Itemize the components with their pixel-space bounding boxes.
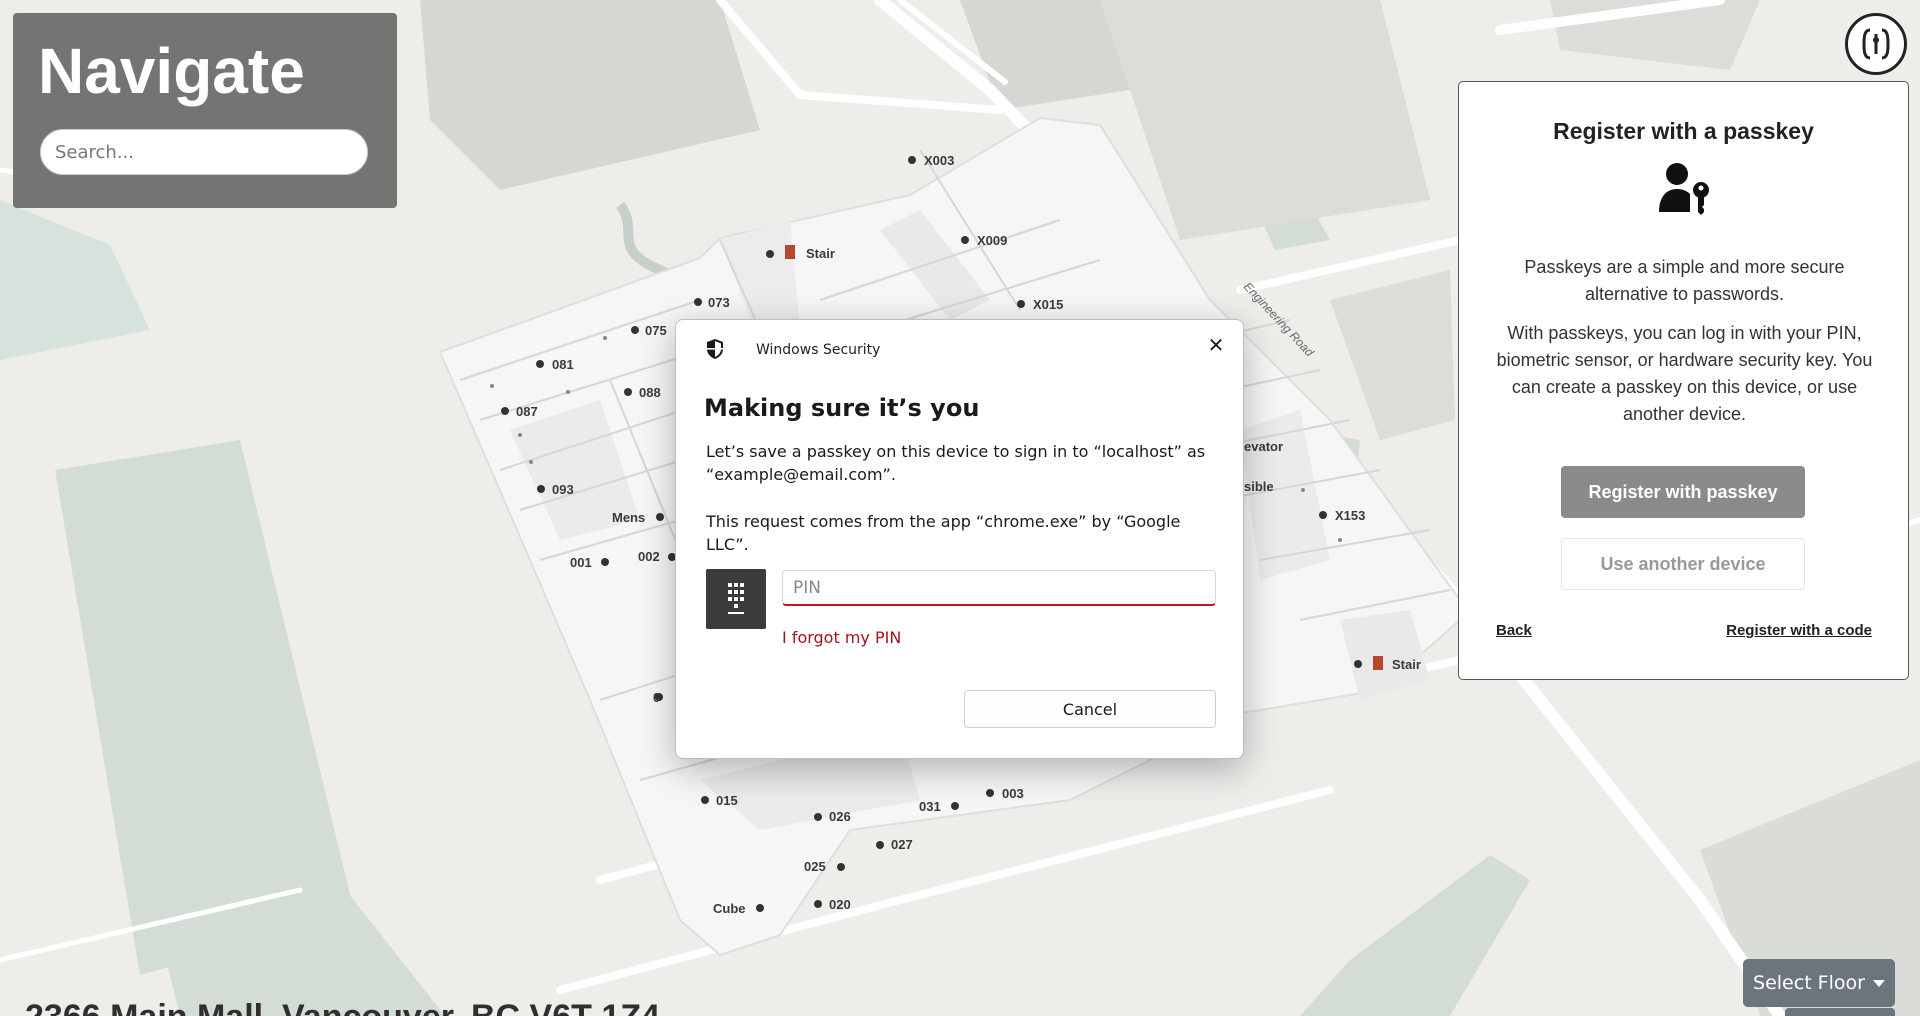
pin-input[interactable] (782, 570, 1216, 606)
dialog-message: Let’s save a passkey on this device to s… (706, 442, 1206, 484)
room-label: evator (1244, 439, 1283, 454)
room-label: Cube (713, 901, 746, 916)
room-label: 001 (570, 555, 592, 570)
passkey-details: With passkeys, you can log in with your … (1496, 323, 1873, 424)
room-label: X015 (1033, 297, 1063, 312)
back-link[interactable]: Back (1496, 622, 1532, 639)
room-label: 002 (638, 549, 660, 564)
cancel-button[interactable]: Cancel (964, 690, 1216, 728)
room-label: sible (1244, 479, 1274, 494)
search-input[interactable] (40, 129, 368, 175)
room-label: 015 (716, 793, 738, 808)
room-label: Stair (1392, 657, 1421, 672)
room-label: 020 (829, 897, 851, 912)
passkey-panel: Register with a passkey Passkeys are a s… (1458, 81, 1909, 680)
register-passkey-button[interactable]: Register with passkey (1561, 466, 1805, 518)
passkey-title: Register with a passkey (1553, 118, 1814, 144)
room-label: 081 (552, 357, 574, 372)
room-label: 027 (891, 837, 913, 852)
close-icon[interactable]: ✕ (1203, 332, 1229, 358)
room-label: 088 (639, 385, 661, 400)
room-label: X153 (1335, 508, 1365, 523)
room-label: 073 (708, 295, 730, 310)
room-label: X003 (924, 153, 954, 168)
room-label: Stair (806, 246, 835, 261)
room-label: 026 (829, 809, 851, 824)
navigate-panel: Navigate (13, 13, 397, 208)
room-label: 0 (653, 690, 660, 705)
caret-down-icon (1872, 979, 1885, 987)
user-key-icon (1659, 163, 1709, 215)
select-floor-button[interactable]: Select Floor (1743, 959, 1895, 1007)
select-floor-label: Select Floor (1753, 972, 1865, 994)
room-label: 003 (1002, 786, 1024, 801)
room-label: 093 (552, 482, 574, 497)
address-label: 2366 Main Mall, Vancouver, BC V6T 1Z4 (25, 998, 660, 1016)
windows-security-dialog: Windows Security ✕ Making sure it’s you … (675, 319, 1244, 759)
passkey-description: Passkeys are a simple and more secure al… (1524, 257, 1845, 304)
room-label: X009 (977, 233, 1007, 248)
forgot-pin-link[interactable]: I forgot my PIN (782, 628, 901, 647)
dialog-heading: Making sure it’s you (704, 394, 980, 422)
passkey-logo-icon[interactable] (1845, 13, 1907, 75)
room-label: 087 (516, 404, 538, 419)
register-with-code-link[interactable]: Register with a code (1726, 622, 1872, 639)
use-another-device-button[interactable]: Use another device (1561, 538, 1805, 590)
room-label: 025 (804, 859, 826, 874)
dialog-app-name: Windows Security (756, 342, 881, 358)
shield-icon (707, 339, 723, 359)
keypad-icon (706, 569, 766, 629)
secondary-floor-button[interactable] (1785, 1008, 1895, 1016)
room-label: 031 (919, 799, 941, 814)
navigate-title: Navigate (38, 35, 305, 107)
dialog-source: This request comes from the app “chrome.… (706, 512, 1181, 554)
room-label: 075 (645, 323, 667, 338)
room-label: Mens (612, 510, 645, 525)
